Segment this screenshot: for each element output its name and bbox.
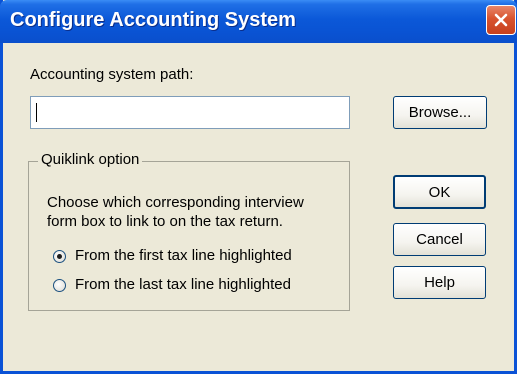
help-button-label: Help [424, 274, 455, 291]
text-caret [36, 103, 37, 122]
radio-button-last[interactable] [53, 279, 66, 292]
ok-button-label: OK [428, 183, 451, 201]
close-button[interactable] [486, 5, 516, 35]
radio-first-label: From the first tax line highlighted [75, 247, 292, 264]
quiklink-description-line1: Choose which corresponding interview [47, 194, 304, 211]
browse-button-label: Browse... [408, 104, 472, 121]
radio-dot-icon [57, 254, 62, 259]
radio-button-first[interactable] [53, 250, 66, 263]
ok-button[interactable]: OK [393, 175, 486, 209]
close-icon [494, 13, 508, 27]
path-label: Accounting system path: [30, 66, 194, 83]
browse-button[interactable]: Browse... [393, 96, 487, 129]
window-title: Configure Accounting System [10, 9, 296, 31]
radio-last-label: From the last tax line highlighted [75, 276, 291, 293]
accounting-path-input[interactable] [30, 96, 350, 129]
quiklink-legend: Quiklink option [38, 151, 143, 168]
title-bar[interactable]: Configure Accounting System [0, 0, 517, 43]
quiklink-description-line2: form box to link to on the tax return. [47, 213, 283, 230]
cancel-button-label: Cancel [416, 231, 463, 248]
help-button[interactable]: Help [393, 266, 486, 299]
cancel-button[interactable]: Cancel [393, 223, 486, 256]
